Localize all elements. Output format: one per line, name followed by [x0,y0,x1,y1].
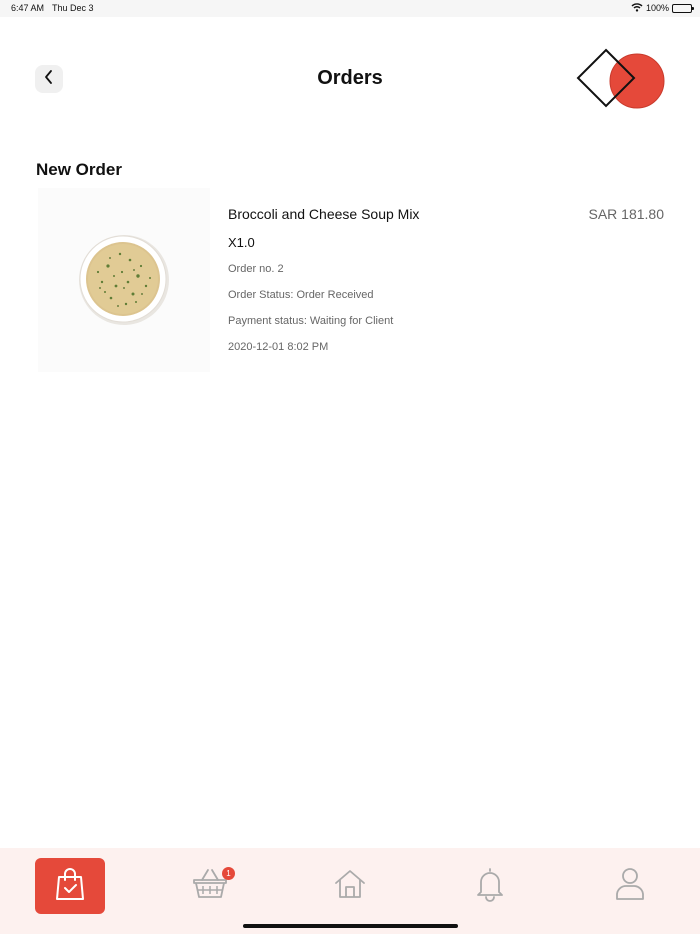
order-number: Order no. 2 [228,263,284,275]
home-indicator [243,924,458,928]
brand-logo [575,48,670,113]
order-price: SAR 181.80 [588,206,665,222]
tab-bar: 1 [0,848,700,934]
payment-status: Payment status: Waiting for Client [228,315,394,327]
battery-percent: 100% [645,3,669,13]
status-date: Thu Dec 3 [52,3,94,13]
basket-badge: 1 [222,867,235,880]
order-date: 2020-12-01 8:02 PM [228,341,329,353]
tab-profile[interactable] [595,858,665,914]
shopping-bag-icon [54,866,86,907]
user-icon [614,866,646,907]
battery-icon [672,3,694,13]
wifi-icon [631,2,643,14]
tab-home[interactable] [315,858,385,914]
status-time: 6:47 AM [11,3,45,13]
product-name: Broccoli and Cheese Soup Mix [228,206,420,222]
status-bar: 6:47 AM Thu Dec 3 100% [0,0,700,17]
order-quantity: X1.0 [228,235,255,250]
order-status: Order Status: Order Received [228,289,374,301]
bell-icon [474,866,506,907]
status-indicators: 100% [631,2,694,14]
tab-orders[interactable] [35,858,105,914]
soup-bowl-image [38,188,210,372]
tab-notifications[interactable] [455,858,525,914]
section-title: New Order [36,160,122,179]
tab-basket[interactable]: 1 [175,858,245,914]
home-icon [333,868,367,905]
